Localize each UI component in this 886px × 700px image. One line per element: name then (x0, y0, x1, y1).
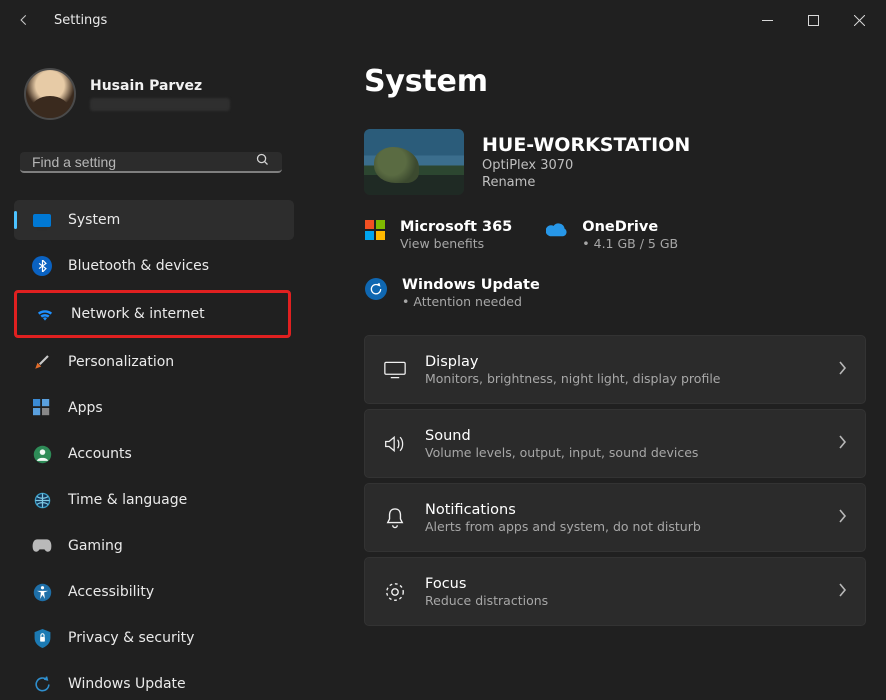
device-wallpaper-thumb (364, 129, 464, 195)
shield-icon (32, 628, 52, 648)
sidebar-item-label: Gaming (68, 538, 123, 554)
sidebar-item-label: Accessibility (68, 584, 154, 600)
sync-icon (364, 277, 388, 301)
device-block[interactable]: HUE-WORKSTATION OptiPlex 3070 Rename (364, 129, 866, 195)
card-title: Focus (425, 576, 548, 592)
update-title: Windows Update (402, 277, 540, 293)
user-profile[interactable]: Husain Parvez (0, 52, 302, 134)
sidebar-item-label: Windows Update (68, 676, 186, 692)
titlebar: Settings (0, 0, 886, 40)
microsoft365-block[interactable]: Microsoft 365 View benefits (364, 219, 512, 251)
sidebar-item-network[interactable]: Network & internet (17, 294, 288, 334)
accessibility-icon (32, 582, 52, 602)
device-rename-link[interactable]: Rename (482, 175, 690, 190)
card-subtitle: Alerts from apps and system, do not dist… (425, 519, 701, 534)
sidebar-item-label: Bluetooth & devices (68, 258, 209, 274)
chevron-right-icon (838, 583, 847, 601)
card-subtitle: Volume levels, output, input, sound devi… (425, 445, 698, 460)
device-model: OptiPlex 3070 (482, 158, 690, 173)
m365-title: Microsoft 365 (400, 219, 512, 235)
chevron-right-icon (838, 509, 847, 527)
main-panel: System HUE-WORKSTATION OptiPlex 3070 Ren… (302, 40, 886, 700)
card-subtitle: Monitors, brightness, night light, displ… (425, 371, 720, 386)
onedrive-block[interactable]: OneDrive 4.1 GB / 5 GB (546, 219, 678, 251)
onedrive-icon (546, 219, 568, 241)
wifi-icon (35, 304, 55, 324)
update-subtitle: Attention needed (402, 294, 540, 309)
onedrive-title: OneDrive (582, 219, 678, 235)
paintbrush-icon (32, 352, 52, 372)
sidebar: Husain Parvez System Bluetooth & devices (0, 40, 302, 700)
microsoft-logo-icon (364, 219, 386, 241)
card-title: Display (425, 354, 720, 370)
card-display[interactable]: Display Monitors, brightness, night ligh… (364, 335, 866, 404)
sidebar-item-time-language[interactable]: Time & language (14, 480, 294, 520)
sidebar-item-label: Network & internet (71, 306, 205, 322)
user-email-redacted (90, 98, 230, 111)
window-controls (744, 0, 882, 40)
device-name: HUE-WORKSTATION (482, 134, 690, 156)
bell-icon (383, 506, 407, 530)
onedrive-storage: 4.1 GB / 5 GB (582, 236, 678, 251)
sidebar-item-label: Apps (68, 400, 103, 416)
minimize-button[interactable] (744, 0, 790, 40)
sidebar-item-windows-update[interactable]: Windows Update (14, 664, 294, 700)
back-button[interactable] (4, 0, 44, 40)
card-title: Notifications (425, 502, 701, 518)
monitor-icon (32, 210, 52, 230)
user-name: Husain Parvez (90, 78, 230, 94)
page-title: System (364, 64, 866, 99)
sidebar-item-accessibility[interactable]: Accessibility (14, 572, 294, 612)
sidebar-item-apps[interactable]: Apps (14, 388, 294, 428)
card-sound[interactable]: Sound Volume levels, output, input, soun… (364, 409, 866, 478)
card-title: Sound (425, 428, 698, 444)
window-title: Settings (54, 13, 107, 28)
card-focus[interactable]: Focus Reduce distractions (364, 557, 866, 626)
sidebar-item-label: System (68, 212, 120, 228)
sidebar-item-label: Privacy & security (68, 630, 194, 646)
windows-update-block[interactable]: Windows Update Attention needed (364, 277, 866, 309)
card-notifications[interactable]: Notifications Alerts from apps and syste… (364, 483, 866, 552)
sidebar-item-system[interactable]: System (14, 200, 294, 240)
sidebar-item-label: Accounts (68, 446, 132, 462)
sound-icon (383, 432, 407, 456)
search-box[interactable] (20, 152, 282, 173)
sidebar-item-bluetooth[interactable]: Bluetooth & devices (14, 246, 294, 286)
sidebar-item-privacy[interactable]: Privacy & security (14, 618, 294, 658)
card-subtitle: Reduce distractions (425, 593, 548, 608)
settings-cards: Display Monitors, brightness, night ligh… (364, 335, 866, 626)
close-button[interactable] (836, 0, 882, 40)
m365-subtitle: View benefits (400, 236, 512, 251)
bluetooth-icon (32, 256, 52, 276)
sidebar-item-personalization[interactable]: Personalization (14, 342, 294, 382)
focus-icon (383, 580, 407, 604)
maximize-button[interactable] (790, 0, 836, 40)
sidebar-item-label: Time & language (68, 492, 187, 508)
search-icon (255, 152, 270, 171)
sidebar-nav: System Bluetooth & devices Network & int… (0, 197, 302, 700)
annotation-highlight: Network & internet (14, 290, 291, 338)
chevron-right-icon (838, 435, 847, 453)
chevron-right-icon (838, 361, 847, 379)
update-icon (32, 674, 52, 694)
avatar (24, 68, 76, 120)
display-icon (383, 358, 407, 382)
sidebar-item-gaming[interactable]: Gaming (14, 526, 294, 566)
gamepad-icon (32, 536, 52, 556)
sidebar-item-label: Personalization (68, 354, 174, 370)
search-input[interactable] (32, 154, 255, 170)
person-icon (32, 444, 52, 464)
globe-clock-icon (32, 490, 52, 510)
apps-icon (32, 398, 52, 418)
sidebar-item-accounts[interactable]: Accounts (14, 434, 294, 474)
